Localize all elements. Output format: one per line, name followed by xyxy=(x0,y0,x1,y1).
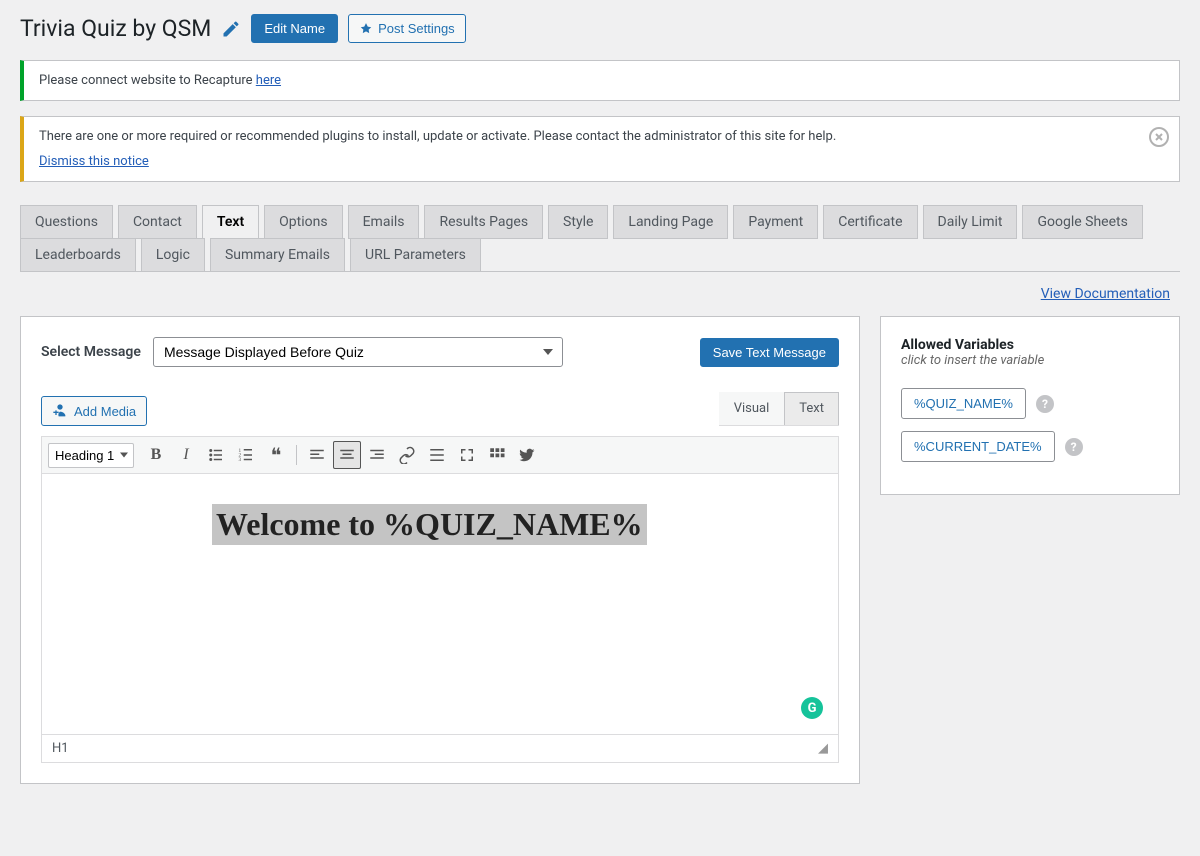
tab-results-pages[interactable]: Results Pages xyxy=(424,205,543,239)
variable-row: %CURRENT_DATE%? xyxy=(901,431,1159,462)
edit-icon xyxy=(221,19,241,39)
tab-summary-emails[interactable]: Summary Emails xyxy=(210,238,345,272)
tab-payment[interactable]: Payment xyxy=(733,205,818,239)
tab-emails[interactable]: Emails xyxy=(348,205,420,239)
tab-url-parameters[interactable]: URL Parameters xyxy=(350,238,481,272)
post-settings-button[interactable]: Post Settings xyxy=(348,14,466,43)
read-more-icon[interactable] xyxy=(423,441,451,469)
editor-tab-visual[interactable]: Visual xyxy=(719,392,785,425)
tab-logic[interactable]: Logic xyxy=(141,238,205,272)
tab-questions[interactable]: Questions xyxy=(20,205,113,239)
svg-text:3: 3 xyxy=(239,457,242,463)
twitter-icon[interactable] xyxy=(513,441,541,469)
tab-options[interactable]: Options xyxy=(264,205,342,239)
editor-content: Welcome to %QUIZ_NAME% xyxy=(212,504,647,545)
bold-icon[interactable]: B xyxy=(142,441,170,469)
align-center-icon[interactable] xyxy=(333,441,361,469)
plugins-notice: There are one or more required or recomm… xyxy=(20,116,1180,182)
tab-google-sheets[interactable]: Google Sheets xyxy=(1022,205,1142,239)
sidebar-panel: Allowed Variables click to insert the va… xyxy=(880,316,1180,495)
help-icon[interactable]: ? xyxy=(1036,395,1054,413)
close-icon[interactable] xyxy=(1149,127,1169,147)
quote-icon[interactable]: ❝ xyxy=(262,441,290,469)
number-list-icon[interactable]: 123 xyxy=(232,441,260,469)
recapture-notice: Please connect website to Recapture here xyxy=(20,60,1180,101)
tab-landing-page[interactable]: Landing Page xyxy=(613,205,728,239)
nav-tabs: QuestionsContactTextOptionsEmailsResults… xyxy=(20,197,1180,272)
variable-button[interactable]: %QUIZ_NAME% xyxy=(901,388,1026,419)
allowed-variables-title: Allowed Variables xyxy=(901,337,1159,353)
editor-body[interactable]: Welcome to %QUIZ_NAME% G xyxy=(42,474,838,734)
link-icon[interactable] xyxy=(393,441,421,469)
variable-button[interactable]: %CURRENT_DATE% xyxy=(901,431,1055,462)
format-select[interactable]: Heading 1 xyxy=(48,443,134,468)
media-icon xyxy=(52,403,68,419)
align-right-icon[interactable] xyxy=(363,441,391,469)
tab-daily-limit[interactable]: Daily Limit xyxy=(923,205,1018,239)
fullscreen-icon[interactable] xyxy=(453,441,481,469)
add-media-button[interactable]: Add Media xyxy=(41,396,147,426)
grammarly-icon[interactable]: G xyxy=(801,697,823,719)
tab-style[interactable]: Style xyxy=(548,205,608,239)
align-left-icon[interactable] xyxy=(303,441,331,469)
editor-tab-text[interactable]: Text xyxy=(784,392,839,425)
edit-name-button[interactable]: Edit Name xyxy=(251,14,338,43)
dismiss-notice-link[interactable]: Dismiss this notice xyxy=(39,154,149,169)
editor-status-path: H1 xyxy=(52,741,69,756)
editor-toolbar: Heading 1 B I 123 ❝ xyxy=(42,437,838,474)
select-message-dropdown[interactable]: Message Displayed Before Quiz xyxy=(153,337,563,367)
tab-contact[interactable]: Contact xyxy=(118,205,197,239)
tab-certificate[interactable]: Certificate xyxy=(823,205,917,239)
bullet-list-icon[interactable] xyxy=(202,441,230,469)
help-icon[interactable]: ? xyxy=(1065,438,1083,456)
variable-row: %QUIZ_NAME%? xyxy=(901,388,1159,419)
page-title: Trivia Quiz by QSM xyxy=(20,15,211,42)
tab-leaderboards[interactable]: Leaderboards xyxy=(20,238,136,272)
view-documentation-link[interactable]: View Documentation xyxy=(1041,286,1170,302)
tab-text[interactable]: Text xyxy=(202,205,259,239)
save-text-message-button[interactable]: Save Text Message xyxy=(700,338,839,367)
resize-handle-icon[interactable]: ◢ xyxy=(818,741,828,756)
italic-icon[interactable]: I xyxy=(172,441,200,469)
toolbar-toggle-icon[interactable] xyxy=(483,441,511,469)
main-panel: Select Message Message Displayed Before … xyxy=(20,316,860,784)
select-message-label: Select Message xyxy=(41,344,141,360)
settings-icon xyxy=(359,22,373,36)
recapture-link[interactable]: here xyxy=(256,73,281,88)
allowed-variables-subtitle: click to insert the variable xyxy=(901,353,1159,368)
